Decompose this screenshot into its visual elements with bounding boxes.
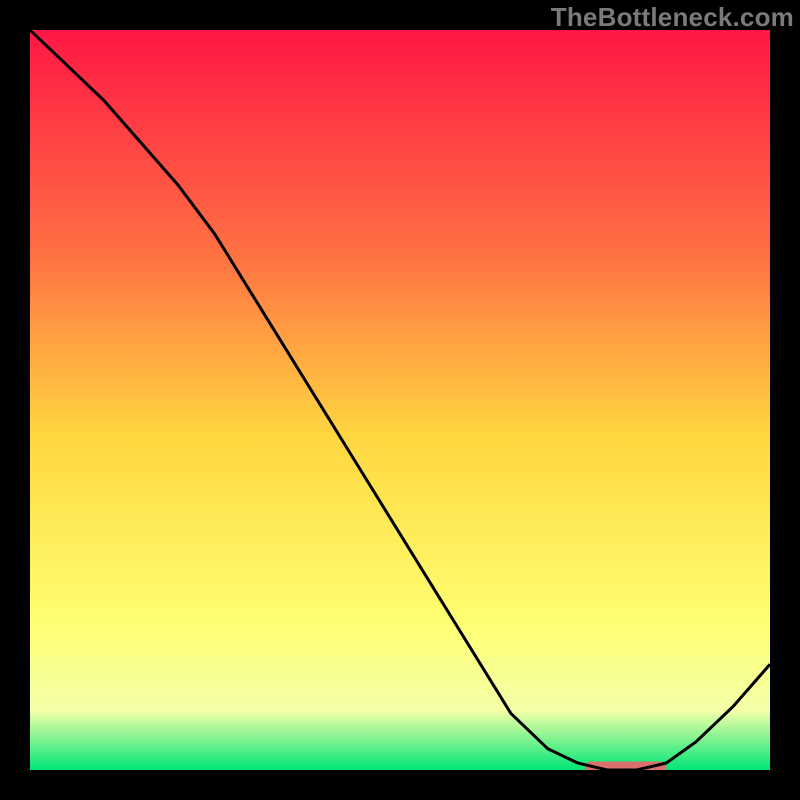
plot-area (30, 30, 770, 770)
chart-svg (30, 30, 770, 770)
chart-root: { "attribution": { "watermark": "TheBott… (0, 0, 800, 800)
watermark-text: TheBottleneck.com (551, 2, 794, 33)
